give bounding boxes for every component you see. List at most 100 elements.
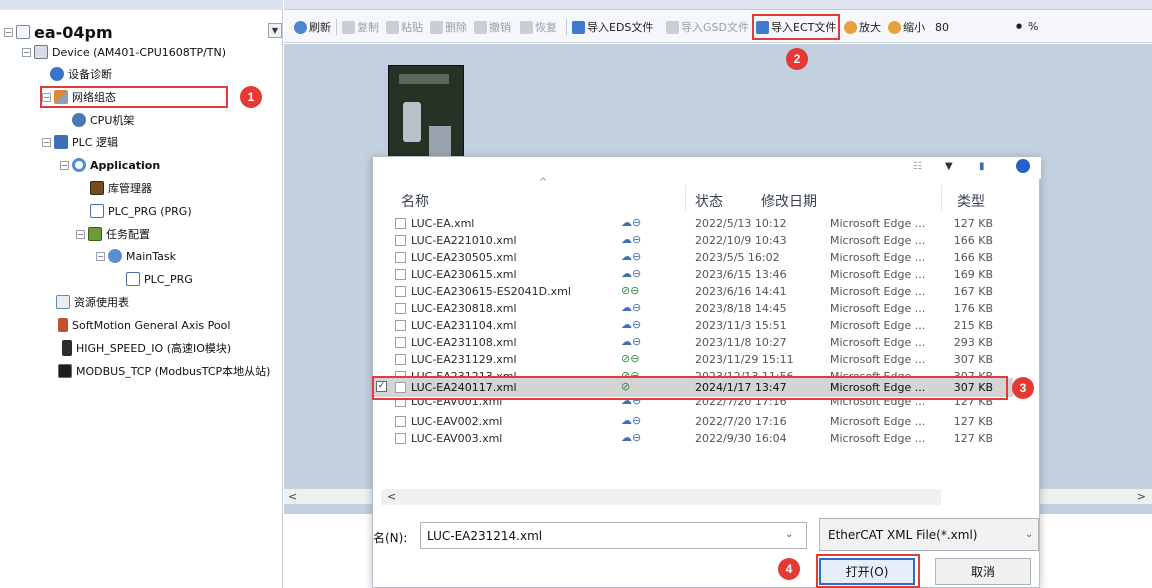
file-size: 127 KB: [953, 400, 993, 408]
file-date: 2023/6/16 14:41: [695, 285, 787, 298]
tree-item-plc-prg[interactable]: PLC_PRG (PRG): [90, 201, 192, 221]
tree-dropdown-button[interactable]: ▼: [268, 23, 282, 38]
file-row[interactable]: LUC-EA231108.xml ☁⊖ 2023/11/8 10:27 Micr…: [395, 334, 1035, 351]
delete-button[interactable]: 删除: [430, 18, 467, 36]
copy-button[interactable]: 复制: [342, 18, 379, 36]
import-eds-button[interactable]: 导入EDS文件: [572, 18, 653, 36]
zoom-dropdown-icon[interactable]: ●: [1016, 22, 1022, 30]
tree-item-resource-table[interactable]: 资源使用表: [56, 292, 129, 312]
file-name: LUC-EA230615.xml: [411, 268, 517, 281]
file-type: Microsoft Edge ...: [830, 415, 926, 428]
filename-input[interactable]: LUC-EA231214.xml: [420, 522, 807, 549]
task-config-icon: [88, 227, 102, 241]
file-row[interactable]: LUC-EA.xml ☁⊖ 2022/5/13 10:12 Microsoft …: [395, 215, 1035, 232]
library-label: 库管理器: [108, 182, 152, 195]
tree-header-strip: [0, 0, 283, 10]
tree-item-high-speed-io[interactable]: HIGH_SPEED_IO (高速IO模块): [62, 338, 231, 358]
view-options-icon[interactable]: ☷: [913, 161, 922, 172]
file-status: ☁⊖: [621, 414, 642, 427]
file-status: ⊘⊖: [621, 284, 640, 297]
scroll-left-icon[interactable]: <: [288, 490, 297, 503]
refresh-button[interactable]: 刷新: [294, 18, 331, 36]
copy-label: 复制: [357, 21, 379, 34]
collapse-icon[interactable]: −: [60, 160, 69, 170]
zoom-out-icon: [888, 20, 901, 34]
file-type: Microsoft Edge ...: [830, 336, 926, 349]
paste-icon: [386, 20, 399, 34]
file-name: LUC-EAV002.xml: [411, 415, 503, 428]
file-row[interactable]: LUC-EA230615.xml ☁⊖ 2023/6/15 13:46 Micr…: [395, 266, 1035, 283]
tree-item-diagnostics[interactable]: 设备诊断: [50, 64, 112, 84]
toolbar-separator: [566, 19, 567, 35]
tree-item-cpu-rack[interactable]: CPU机架: [72, 110, 134, 130]
paste-button[interactable]: 粘贴: [386, 18, 423, 36]
file-row[interactable]: LUC-EA231129.xml ⊘⊖ 2023/11/29 15:11 Mic…: [395, 351, 1035, 368]
zoom-level-input[interactable]: 80: [932, 18, 1012, 36]
import-eds-icon: [572, 20, 585, 34]
file-name: LUC-EA221010.xml: [411, 234, 517, 247]
tree-item-main-task-prg[interactable]: PLC_PRG: [126, 269, 193, 289]
plc-logic-icon: [54, 135, 68, 149]
file-row[interactable]: LUC-EAV001.xml ☁⊖ 2022/7/20 17:16 Micros…: [395, 400, 1035, 409]
scroll-right-icon[interactable]: >: [1137, 490, 1146, 503]
tree-item-task-config[interactable]: − 任务配置: [76, 224, 150, 244]
tree-item-project[interactable]: − ea-04pm: [4, 20, 113, 44]
filter-dropdown-icon[interactable]: ⌄: [1025, 529, 1033, 540]
file-type: Microsoft Edge ...: [830, 302, 926, 315]
tree-item-device[interactable]: − Device (AM401-CPU1608TP/TN): [22, 42, 226, 62]
help-icon[interactable]: [1016, 159, 1030, 173]
paste-label: 粘贴: [401, 21, 423, 34]
collapse-icon[interactable]: −: [4, 27, 13, 37]
zoom-unit: %: [1028, 20, 1039, 33]
tree-item-axis-pool[interactable]: SoftMotion General Axis Pool: [58, 315, 230, 335]
modbus-icon: [58, 364, 72, 378]
file-date: 2023/5/5 16:02: [695, 251, 780, 264]
tree-item-plc-logic[interactable]: − PLC 逻辑: [42, 132, 118, 152]
import-gsd-button[interactable]: 导入GSD文件: [666, 18, 749, 36]
collapse-icon[interactable]: −: [76, 229, 85, 239]
collapse-icon[interactable]: −: [42, 137, 51, 147]
file-row[interactable]: LUC-EA221010.xml ☁⊖ 2022/10/9 10:43 Micr…: [395, 232, 1035, 249]
scroll-left-icon[interactable]: <: [387, 490, 396, 503]
import-gsd-icon: [666, 20, 679, 34]
file-date: 2022/7/20 17:16: [695, 400, 787, 408]
filename-history-dropdown-icon[interactable]: ⌄: [785, 529, 793, 540]
collapse-icon[interactable]: −: [22, 47, 31, 57]
file-row[interactable]: LUC-EA230505.xml ☁⊖ 2023/5/5 16:02 Micro…: [395, 249, 1035, 266]
file-type: Microsoft Edge ...: [830, 432, 926, 445]
file-type-filter-select[interactable]: EtherCAT XML File(*.xml): [819, 518, 1039, 551]
file-status: ☁⊖: [621, 400, 642, 407]
file-row[interactable]: LUC-EA231104.xml ☁⊖ 2023/11/3 15:51 Micr…: [395, 317, 1035, 334]
column-header-modified[interactable]: 修改日期: [761, 191, 817, 211]
file-icon: [395, 218, 406, 229]
dialog-view-bar: ☷ ▼ ▮: [373, 157, 1041, 179]
collapse-icon[interactable]: −: [96, 251, 105, 261]
file-list-horizontal-scrollbar[interactable]: <: [381, 489, 941, 505]
view-dropdown-icon[interactable]: ▼: [945, 161, 953, 172]
file-name: LUC-EAV001.xml: [411, 400, 503, 408]
zoom-in-button[interactable]: 放大: [844, 18, 881, 36]
file-row[interactable]: LUC-EAV003.xml ☁⊖ 2022/9/30 16:04 Micros…: [395, 430, 1035, 447]
tree-item-modbus-tcp[interactable]: MODBUS_TCP (ModbusTCP本地从站): [58, 361, 270, 381]
redo-button[interactable]: 恢复: [520, 18, 557, 36]
column-header-status[interactable]: 状态: [695, 191, 723, 211]
column-header-type[interactable]: 类型: [957, 191, 985, 211]
zoom-out-label: 缩小: [903, 21, 925, 34]
file-size: 167 KB: [953, 285, 993, 298]
file-row[interactable]: LUC-EAV002.xml ☁⊖ 2022/7/20 17:16 Micros…: [395, 413, 1035, 430]
cancel-button[interactable]: 取消: [935, 558, 1031, 585]
zoom-out-button[interactable]: 缩小: [888, 18, 925, 36]
file-icon: [395, 303, 406, 314]
file-icon: [395, 252, 406, 263]
tree-item-application[interactable]: − Application: [60, 155, 160, 175]
tree-item-library-manager[interactable]: 库管理器: [90, 178, 152, 198]
column-header-name[interactable]: 名称: [401, 191, 429, 211]
undo-button[interactable]: 撤销: [474, 18, 511, 36]
file-size: 166 KB: [953, 234, 993, 247]
tree-item-main-task[interactable]: − MainTask: [96, 246, 176, 266]
preview-pane-icon[interactable]: ▮: [979, 161, 985, 172]
file-size: 169 KB: [953, 268, 993, 281]
file-row[interactable]: LUC-EA230615-ES2041D.xml ⊘⊖ 2023/6/16 14…: [395, 283, 1035, 300]
file-size: 127 KB: [953, 432, 993, 445]
file-row[interactable]: LUC-EA230818.xml ☁⊖ 2023/8/18 14:45 Micr…: [395, 300, 1035, 317]
